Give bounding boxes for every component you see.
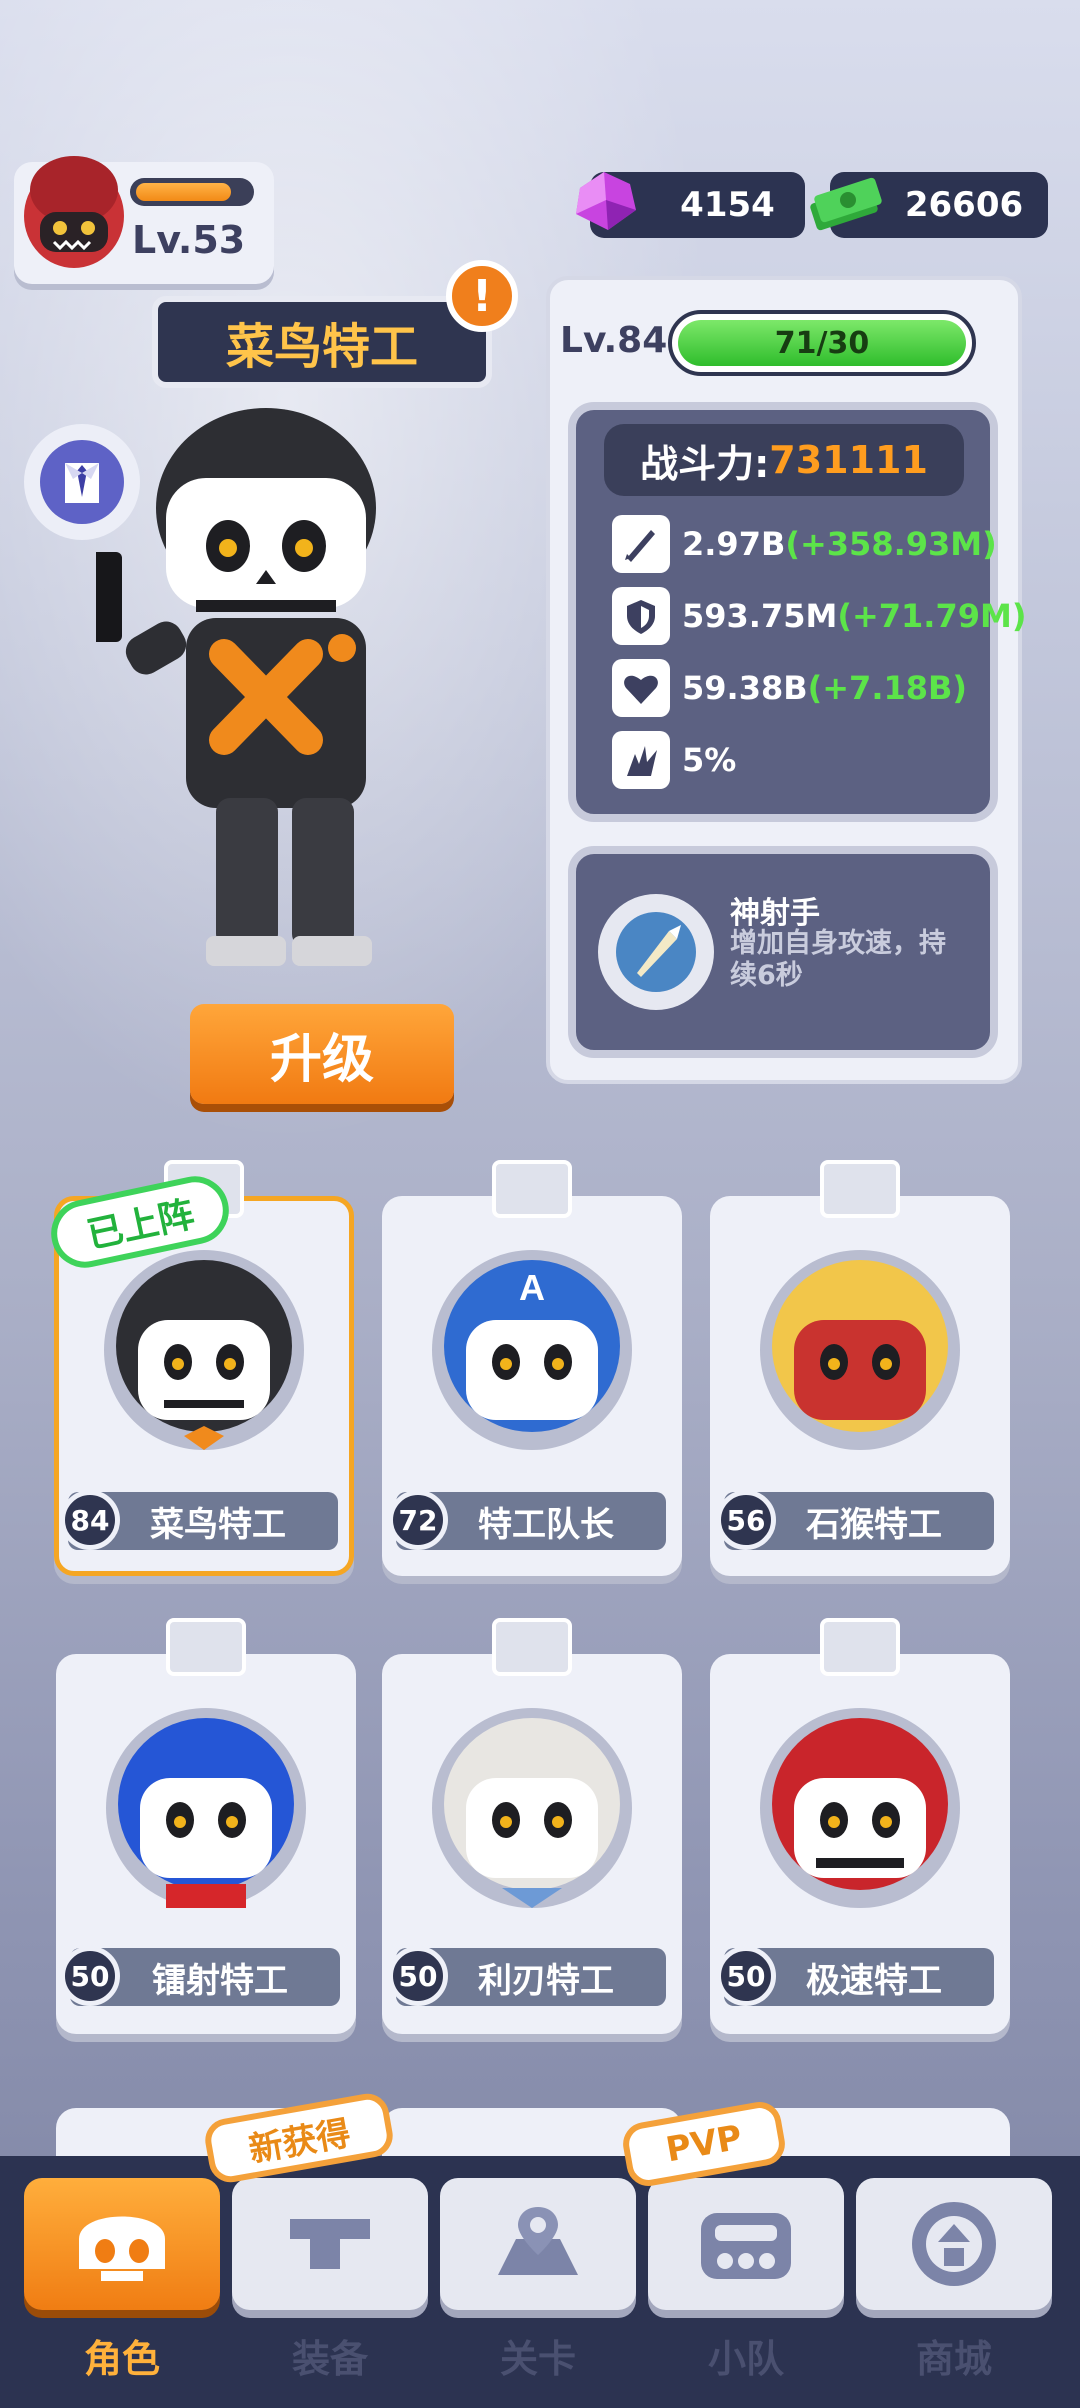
character-level-1: 84: [60, 1490, 120, 1550]
player-level: Lv.53: [132, 218, 246, 262]
character-level-3: 56: [716, 1490, 776, 1550]
crit-icon: [612, 731, 670, 789]
nav-label-team: 小队: [707, 2337, 784, 2381]
nav-tab-map[interactable]: [440, 2178, 636, 2310]
clip-icon: [492, 1618, 572, 1676]
character-portrait-3: [760, 1250, 960, 1450]
equipment-icon: [290, 2219, 370, 2269]
combat-power-value: 731111: [769, 438, 928, 482]
character-portrait-5: [432, 1708, 632, 1908]
skill-description: 增加自身攻速，持续6秒: [730, 928, 946, 991]
alert-icon[interactable]: !: [446, 260, 518, 332]
stat-row-health: 59.38B (+7.18B): [612, 658, 967, 718]
team-icon: [701, 2213, 791, 2279]
stat-bonus: (+358.93M): [785, 525, 997, 563]
character-level-6: 50: [716, 1946, 776, 2006]
stat-value: 5%: [682, 741, 737, 779]
character-level-5: 50: [388, 1946, 448, 2006]
nav-tab-equipment[interactable]: [232, 2178, 428, 2310]
svg-text:A: A: [519, 1267, 545, 1308]
defense-icon: [612, 587, 670, 645]
skill-icon[interactable]: [598, 894, 714, 1010]
stat-value: 593.75M: [682, 597, 838, 635]
player-avatar[interactable]: [18, 150, 130, 270]
clip-icon: [166, 1618, 246, 1676]
nav-tab-character[interactable]: [24, 2178, 220, 2310]
clip-icon: [492, 1160, 572, 1218]
shop-icon: [912, 2202, 996, 2286]
character-level-2: 72: [388, 1490, 448, 1550]
hero-xp-fill: 71/30: [678, 320, 966, 366]
combat-power: 战斗力: 731111: [604, 424, 964, 496]
hero-name-plate: 菜鸟特工: [152, 296, 492, 388]
combat-power-label: 战斗力:: [640, 441, 770, 486]
health-icon: [612, 659, 670, 717]
skill-name: 神射手: [730, 896, 820, 931]
cash-value: 26606: [904, 185, 1024, 225]
gem-icon: [576, 172, 636, 230]
clip-icon: [820, 1160, 900, 1218]
stat-row-defense: 593.75M (+71.79M): [612, 586, 1026, 646]
clip-icon: [820, 1618, 900, 1676]
stat-row-crit: 5%: [612, 730, 736, 790]
attack-icon: [612, 515, 670, 573]
nav-label-shop: 商城: [915, 2337, 992, 2381]
nav-label-character: 角色: [83, 2337, 160, 2381]
character-portrait-4: [106, 1708, 306, 1908]
character-level-4: 50: [60, 1946, 120, 2006]
stat-row-attack: 2.97B (+358.93M): [612, 514, 997, 574]
stat-value: 2.97B: [682, 525, 786, 563]
upgrade-button[interactable]: 升级: [190, 1004, 454, 1104]
stat-bonus: (+71.79M): [837, 597, 1027, 635]
nav-tab-team[interactable]: [648, 2178, 844, 2310]
hero-xp-text: 71/30: [774, 325, 870, 361]
hero-character-image: [96, 408, 376, 966]
gem-value: 4154: [680, 185, 775, 225]
character-portrait-6: [760, 1708, 960, 1908]
stat-bonus: (+7.18B): [807, 669, 968, 707]
nav-tab-shop[interactable]: [856, 2178, 1052, 2310]
hero-level: Lv.84: [560, 320, 668, 361]
nav-label-equipment: 装备: [291, 2337, 368, 2381]
player-hp-fill: [136, 183, 231, 201]
cash-icon: [810, 177, 882, 231]
character-icon: [79, 2216, 165, 2281]
character-portrait-1: [104, 1250, 304, 1450]
map-icon: [498, 2207, 578, 2275]
nav-label-map: 关卡: [499, 2337, 576, 2381]
character-portrait-2: A: [432, 1250, 632, 1450]
stat-value: 59.38B: [682, 669, 808, 707]
